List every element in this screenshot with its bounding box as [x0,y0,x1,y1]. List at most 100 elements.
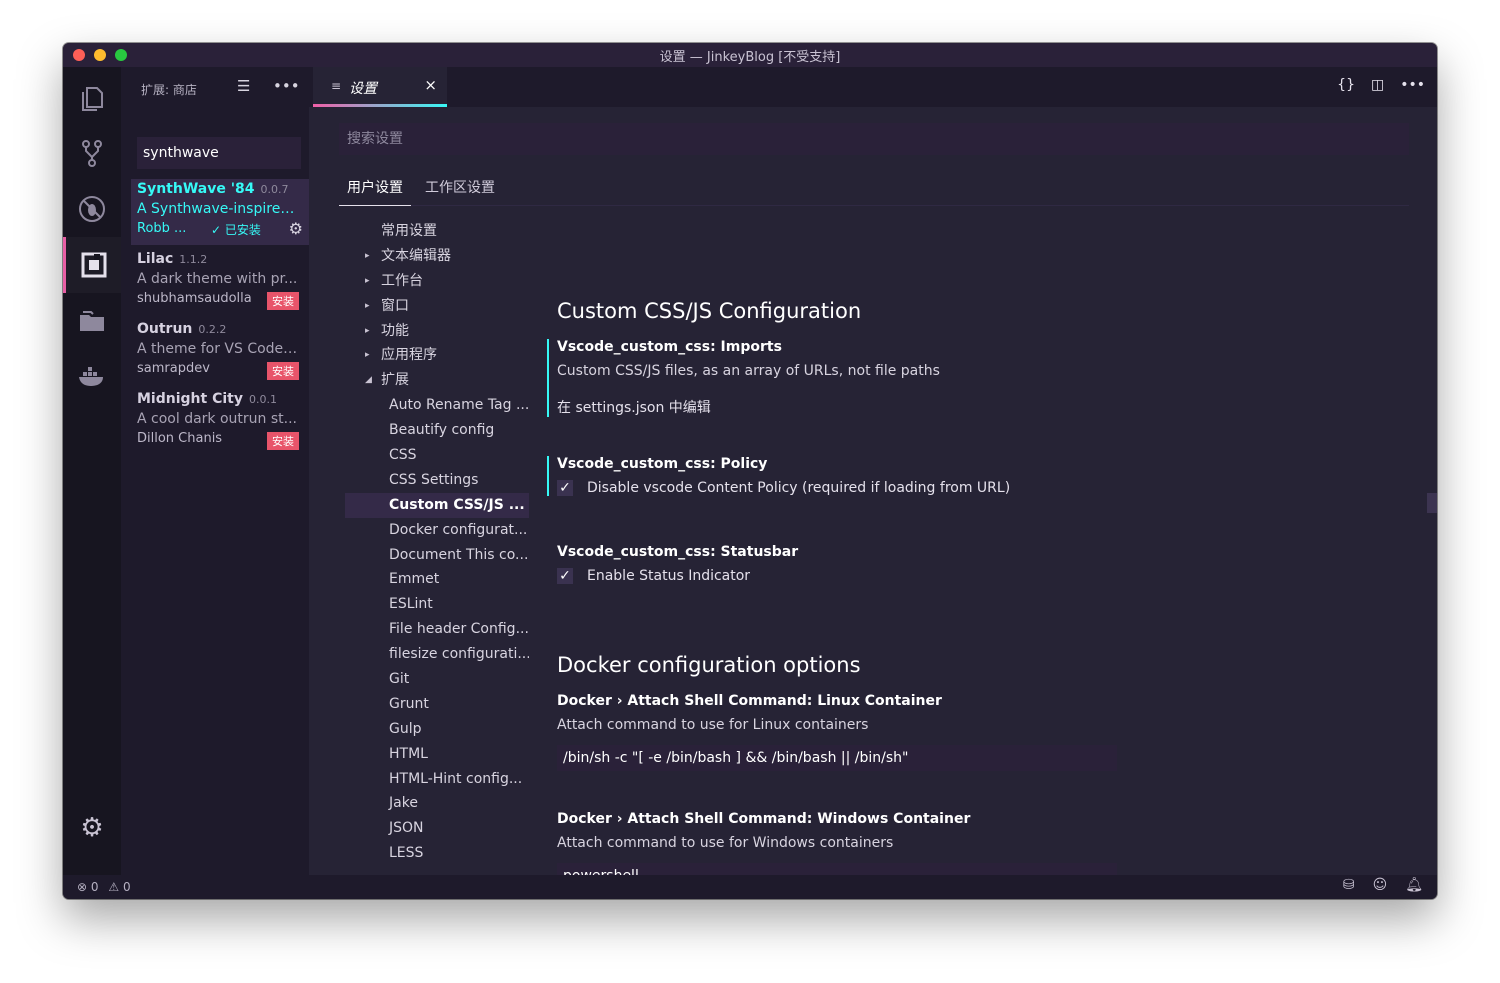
install-button[interactable]: 安装 [267,362,299,380]
more-actions-icon[interactable]: ••• [273,77,300,95]
setting-linux-container: Docker › Attach Shell Command: Linux Con… [557,693,1377,771]
status-bar: ⊗ 0 ⚠ 0 ⛁ ☺ 🔔︎ [63,875,1437,899]
toc-item[interactable]: Git [345,667,529,692]
toc-item[interactable]: Document This co... [345,543,529,568]
toc-item[interactable]: ◢ 扩展 [345,368,529,393]
folder-icon[interactable] [63,293,121,349]
edit-in-settings-json-link[interactable]: 在 settings.json 中编辑 [557,397,1377,417]
extension-publisher: shubhamsaudolla [137,291,252,306]
close-tab-button[interactable]: × [424,76,437,94]
toc-item-label: LESS [389,845,424,862]
settings-scope-tabs: 用户设置 工作区设置 [339,177,1409,206]
toc-item[interactable]: ESLint [345,592,529,617]
toc-item-label: 功能 [381,322,409,339]
notifications-icon[interactable]: 🔔︎ [1405,877,1423,893]
docker-icon[interactable] [63,349,121,405]
group-title: Custom CSS/JS Configuration [557,299,862,323]
toc-item[interactable]: ▸ 功能 [345,319,529,344]
toc-item-label: 工作台 [381,272,423,289]
extension-version: 0.0.1 [248,393,277,406]
error-icon: ⊗ [77,880,88,894]
toc-item[interactable]: Jake [345,791,529,816]
toc-item[interactable]: HTML-Hint config... [345,767,529,792]
sidebar-title: 扩展: 商店 [141,83,197,97]
close-window-button[interactable] [73,49,85,61]
toc-item[interactable]: Docker configurat... [345,518,529,543]
toc-item-label: JSON [389,820,424,837]
extension-name: SynthWave '84 [137,181,255,197]
toc-item[interactable]: CSS [345,443,529,468]
toc-item[interactable]: ▸ 工作台 [345,269,529,294]
toc-item[interactable]: ▸ 文本编辑器 [345,244,529,269]
chevron-icon: ▸ [365,325,370,336]
toc-item[interactable]: HTML [345,742,529,767]
scrollbar[interactable] [1427,493,1437,513]
toc-item[interactable]: JSON [345,816,529,841]
toc-item-label: filesize configurati... [389,646,529,663]
editor-tabs: ≡ 设置 × {} ◫ ••• [309,67,1437,107]
extension-gear-icon[interactable]: ⚙ [289,219,303,238]
toc-item[interactable]: filesize configurati... [345,642,529,667]
explorer-icon[interactable] [63,69,121,125]
status-indicator-checkbox[interactable]: ✓ [557,568,573,584]
toc-item[interactable]: Beautify config [345,418,529,443]
toc-item[interactable]: ▸ 窗口 [345,294,529,319]
toc-item-label: HTML-Hint config... [389,770,523,787]
toc-item[interactable]: Gulp [345,717,529,742]
open-settings-json-button[interactable]: {} [1337,77,1355,93]
setting-title: Vscode_custom_css: Policy [557,456,768,472]
feedback-icon[interactable]: ☺ [1373,877,1388,893]
problems-indicator[interactable]: ⊗ 0 ⚠ 0 [77,880,131,894]
settings-editor: ≡ 设置 × {} ◫ ••• 搜索设置 用户设置 工作区设置 常用设置 ▸ 文本编… [309,67,1437,889]
toc-item-label: Grunt [389,695,429,712]
toc-item-label: Custom CSS/JS ... [389,496,525,513]
gear-icon[interactable]: ⚙ [63,813,121,843]
extension-name: Lilac [137,251,174,267]
more-icon[interactable]: ••• [1400,77,1425,93]
extension-name: Midnight City [137,391,243,407]
toc-item[interactable]: Auto Rename Tag ... [345,393,529,418]
policy-checkbox[interactable]: ✓ [557,480,573,496]
install-button[interactable]: 安装 [267,432,299,450]
extensions-icon[interactable] [63,237,121,293]
setting-statusbar: Vscode_custom_css: Statusbar ✓ Enable St… [557,544,1377,584]
extension-item[interactable]: Midnight City 0.0.1 A cool dark outrun st… [137,391,307,450]
toc-item[interactable]: Grunt [345,692,529,717]
tab-user-settings[interactable]: 用户设置 [339,177,411,206]
database-icon[interactable]: ⛁ [1343,877,1355,893]
minimize-window-button[interactable] [94,49,106,61]
toc-item[interactable]: Custom CSS/JS ... [345,492,529,518]
extension-publisher: Dillon Chanis [137,431,223,446]
toc-item[interactable]: ▸ 应用程序 [345,343,529,368]
settings-search-input[interactable]: 搜索设置 [339,123,1409,155]
maximize-window-button[interactable] [115,49,127,61]
toc-item[interactable]: Emmet [345,567,529,592]
toc-item[interactable]: 常用设置 [345,219,529,244]
toc-item-label: Gulp [389,720,422,737]
extension-item[interactable]: Lilac 1.1.2 A dark theme with pr... shubh… [137,251,307,310]
tab-settings[interactable]: ≡ 设置 × [313,67,447,107]
extension-item[interactable]: SynthWave '84 0.0.7 A Synthwave-inspired.… [131,179,311,245]
window-title: 设置 — JinkeyBlog [不受支持] [659,49,841,65]
debug-icon[interactable] [63,181,121,237]
extension-search-input[interactable]: synthwave [137,137,301,169]
toc-item-label: Beautify config [389,422,495,439]
toc-item[interactable]: LESS [345,841,529,866]
toc-item[interactable]: File header Config... [345,617,529,642]
toc-item[interactable]: CSS Settings [345,468,529,493]
source-control-icon[interactable] [63,125,121,181]
toc-item-label: 常用设置 [381,223,437,239]
filter-list-icon[interactable]: ☰ [237,77,250,95]
tab-workspace-settings[interactable]: 工作区设置 [417,177,503,205]
toc-item-label: HTML [389,745,428,762]
install-button[interactable]: 安装 [267,292,299,310]
chevron-icon: ▸ [365,275,370,286]
linux-command-input[interactable]: /bin/sh -c "[ -e /bin/bash ] && /bin/bas… [557,745,1117,771]
extension-item[interactable]: Outrun 0.2.2 A theme for VS Code ... samr… [137,321,307,380]
toc-item-label: 应用程序 [381,347,437,364]
setting-title: Docker › Attach Shell Command: Windows C… [557,811,971,827]
vscode-window: 设置 — JinkeyBlog [不受支持] ⚙ 扩展: 商店 ☰ ••• sy… [63,43,1437,899]
split-editor-icon[interactable]: ◫ [1371,77,1384,93]
extension-description: A theme for VS Code ... [137,341,299,357]
status-right: ⛁ ☺ 🔔︎ [1343,877,1423,893]
